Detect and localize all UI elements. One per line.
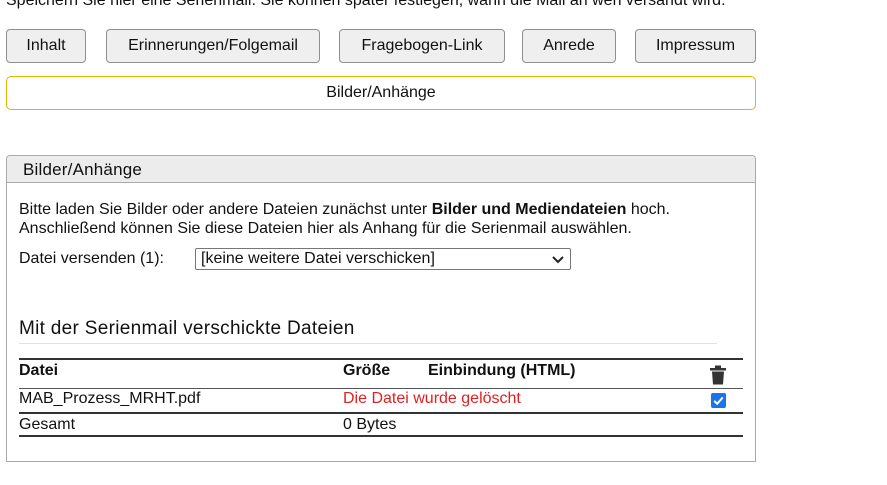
file-name: MAB_Prozess_MRHT.pdf	[19, 390, 201, 407]
desc-text-2: hoch.	[626, 201, 670, 218]
files-section-title: Mit der Serienmail verschickte Dateien	[19, 318, 717, 344]
delete-checkbox[interactable]	[711, 393, 726, 408]
tab-impressum[interactable]: Impressum	[635, 29, 756, 63]
media-files-highlight: Bilder und Mediendateien	[431, 201, 627, 218]
total-label: Gesamt	[19, 416, 76, 433]
intro-text: Speichern Sie hier eine Serienmail. Sie …	[6, 0, 726, 9]
total-size: 0 Bytes	[343, 416, 397, 433]
desc-text-3: Anschließend können Sie diese Dateien hi…	[19, 220, 632, 237]
chevron-down-icon	[552, 256, 564, 264]
files-table: Datei Größe Einbindung (HTML) MAB_Prozes…	[19, 358, 743, 437]
tab-erinnerungen[interactable]: Erinnerungen/Folgemail	[106, 29, 320, 63]
tab-fragebogen-link[interactable]: Fragebogen-Link	[339, 29, 505, 63]
table-total-row: Gesamt 0 Bytes	[19, 414, 743, 437]
table-row: MAB_Prozess_MRHT.pdf Die Datei wurde gel…	[19, 389, 743, 414]
checkmark-icon	[713, 396, 724, 406]
col-file: Datei	[19, 362, 59, 379]
col-size: Größe	[343, 362, 391, 379]
tab-inhalt[interactable]: Inhalt	[6, 29, 86, 63]
send-file-label: Datei versenden (1):	[19, 250, 164, 267]
tab-bar: Inhalt Erinnerungen/Folgemail Fragebogen…	[6, 29, 756, 63]
attachment-select[interactable]: [keine weitere Datei verschicken]	[195, 248, 571, 270]
file-status: Die Datei wurde gelöscht	[343, 390, 521, 407]
send-file-row: Datei versenden (1): [keine weitere Date…	[19, 248, 579, 270]
tab-bilder-anhaenge[interactable]: Bilder/Anhänge	[6, 76, 756, 110]
panel-description: Bitte laden Sie Bilder oder andere Datei…	[19, 200, 670, 238]
desc-text-1: Bitte laden Sie Bilder oder andere Datei…	[19, 201, 432, 218]
table-header: Datei Größe Einbindung (HTML)	[19, 358, 743, 389]
tab-anrede[interactable]: Anrede	[522, 29, 616, 63]
col-embed: Einbindung (HTML)	[428, 362, 576, 379]
attachments-panel: Bilder/Anhänge Bitte laden Sie Bilder od…	[6, 155, 756, 462]
attachment-select-value: [keine weitere Datei verschicken]	[201, 250, 435, 267]
panel-title: Bilder/Anhänge	[7, 156, 755, 183]
trash-icon[interactable]	[709, 365, 727, 385]
